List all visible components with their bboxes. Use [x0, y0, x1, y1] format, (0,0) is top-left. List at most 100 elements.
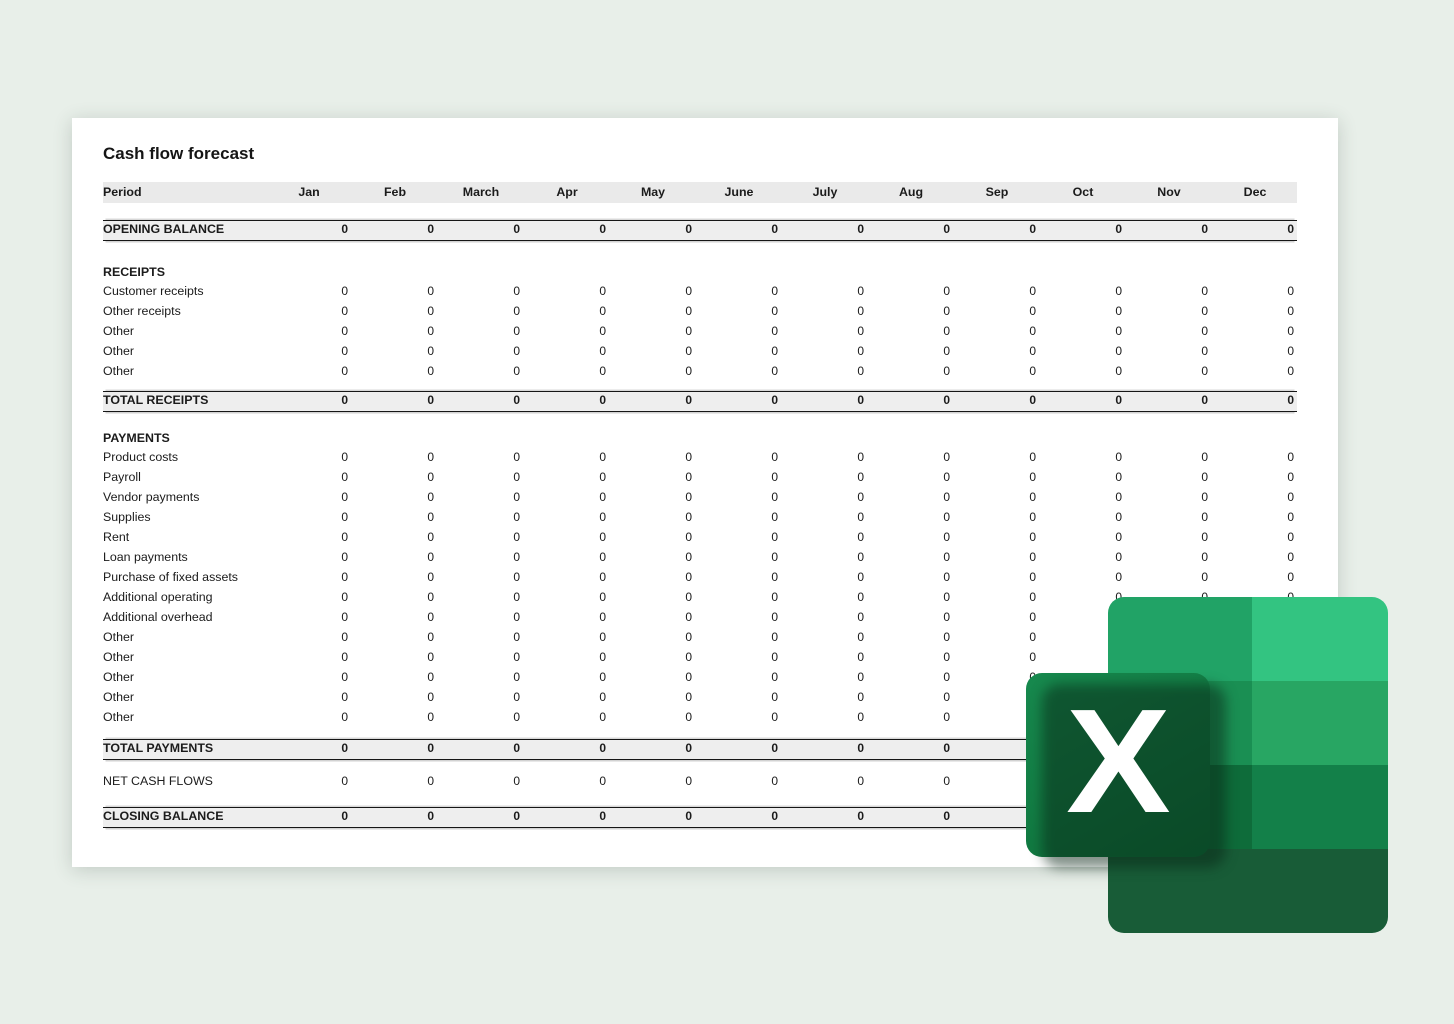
value-cell: 0	[438, 221, 524, 240]
value-cell: 0	[352, 487, 438, 507]
value-cell: 0	[610, 808, 696, 827]
value-cell: 0	[696, 527, 782, 547]
value-cell: 0	[266, 281, 352, 301]
value-cell: 0	[610, 487, 696, 507]
value-cell: 0	[266, 467, 352, 487]
value-cell: 0	[782, 607, 868, 627]
value-cell: 0	[696, 808, 782, 827]
value-cell: 0	[696, 740, 782, 759]
row-label: Other	[103, 687, 266, 707]
logo-sheet-band-half	[1252, 681, 1388, 765]
value-cell: 0	[524, 547, 610, 567]
value-cell: 0	[1212, 361, 1298, 381]
value-cell: 0	[868, 567, 954, 587]
value-cell: 0	[696, 567, 782, 587]
value-cell: 0	[782, 667, 868, 687]
value-cell: 0	[524, 740, 610, 759]
value-cell: 0	[696, 447, 782, 467]
value-cell: 0	[610, 507, 696, 527]
value-cell: 0	[782, 281, 868, 301]
row-label: Additional overhead	[103, 607, 266, 627]
value-cell: 0	[352, 771, 438, 791]
value-cell: 0	[954, 487, 1040, 507]
value-cell: 0	[1126, 547, 1212, 567]
table-header-row: Period JanFebMarchAprMayJuneJulyAugSepOc…	[103, 182, 1297, 203]
value-cell: 0	[1040, 281, 1126, 301]
value-cell: 0	[610, 467, 696, 487]
value-cell: 0	[1212, 507, 1298, 527]
value-cell: 0	[1040, 341, 1126, 361]
value-cell: 0	[782, 221, 868, 240]
value-cell: 0	[954, 587, 1040, 607]
value-cell: 0	[610, 647, 696, 667]
value-cell: 0	[438, 507, 524, 527]
value-cell: 0	[696, 321, 782, 341]
table-row: Other000000000000	[103, 361, 1297, 381]
value-cell: 0	[266, 687, 352, 707]
value-cell: 0	[610, 707, 696, 727]
value-cell: 0	[352, 467, 438, 487]
value-cell: 0	[696, 392, 782, 411]
value-cell: 0	[868, 281, 954, 301]
value-cell: 0	[524, 221, 610, 240]
value-cell: 0	[782, 547, 868, 567]
row-label: Supplies	[103, 507, 266, 527]
table-row: Vendor payments000000000000	[103, 487, 1297, 507]
value-cell: 0	[782, 707, 868, 727]
table-row: Other000000000000	[103, 321, 1297, 341]
value-cell: 0	[954, 301, 1040, 321]
value-cell: 0	[696, 507, 782, 527]
value-cell: 0	[352, 740, 438, 759]
excel-logo-tile-icon: X	[1026, 673, 1210, 857]
value-cell: 0	[1126, 281, 1212, 301]
month-column-header: Feb	[352, 182, 438, 203]
value-cell: 0	[696, 301, 782, 321]
value-cell: 0	[524, 467, 610, 487]
value-cell: 0	[266, 341, 352, 361]
value-cell: 0	[266, 647, 352, 667]
value-cell: 0	[868, 808, 954, 827]
value-cell: 0	[266, 587, 352, 607]
value-cell: 0	[266, 447, 352, 467]
value-cell: 0	[954, 627, 1040, 647]
value-cell: 0	[696, 547, 782, 567]
value-cell: 0	[266, 392, 352, 411]
row-label: Other	[103, 647, 266, 667]
value-cell: 0	[954, 221, 1040, 240]
value-cell: 0	[352, 281, 438, 301]
value-cell: 0	[696, 627, 782, 647]
value-cell: 0	[868, 341, 954, 361]
value-cell: 0	[524, 301, 610, 321]
value-cell: 0	[782, 740, 868, 759]
value-cell: 0	[610, 527, 696, 547]
row-label: CLOSING BALANCE	[103, 808, 266, 827]
value-cell: 0	[438, 467, 524, 487]
value-cell: 0	[696, 667, 782, 687]
table-row: OPENING BALANCE000000000000	[103, 220, 1297, 241]
value-cell: 0	[610, 321, 696, 341]
row-label: TOTAL RECEIPTS	[103, 392, 266, 411]
value-cell: 0	[1212, 487, 1298, 507]
value-cell: 0	[266, 507, 352, 527]
value-cell: 0	[610, 281, 696, 301]
value-cell: 0	[266, 607, 352, 627]
value-cell: 0	[438, 707, 524, 727]
value-cell: 0	[266, 547, 352, 567]
value-cell: 0	[1126, 361, 1212, 381]
value-cell: 0	[524, 567, 610, 587]
value-cell: 0	[868, 667, 954, 687]
value-cell: 0	[954, 467, 1040, 487]
value-cell: 0	[782, 527, 868, 547]
value-cell: 0	[266, 487, 352, 507]
row-label: RECEIPTS	[103, 263, 266, 281]
value-cell: 0	[1212, 527, 1298, 547]
value-cell: 0	[696, 607, 782, 627]
value-cell: 0	[610, 587, 696, 607]
value-cell: 0	[696, 647, 782, 667]
month-column-header: June	[696, 182, 782, 203]
value-cell: 0	[696, 587, 782, 607]
value-cell: 0	[524, 667, 610, 687]
value-cell: 0	[438, 808, 524, 827]
value-cell: 0	[266, 361, 352, 381]
value-cell: 0	[438, 567, 524, 587]
